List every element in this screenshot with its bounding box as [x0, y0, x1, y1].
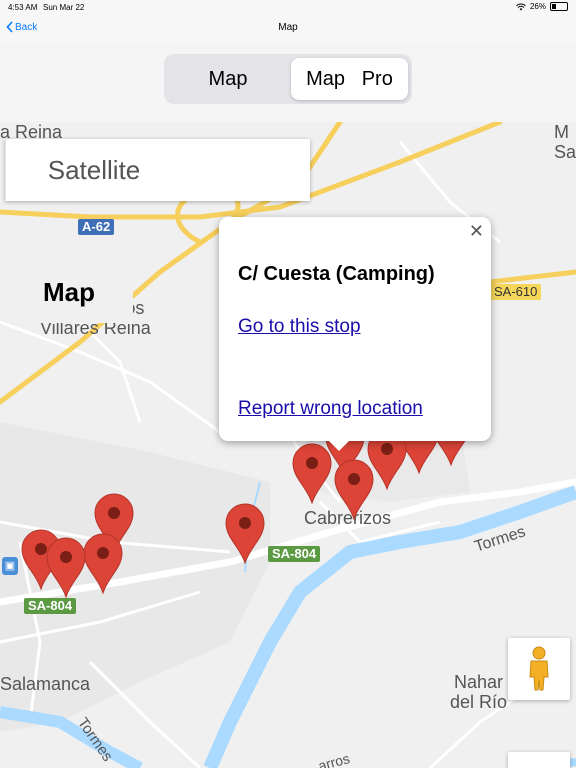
segmented-control: Map Map Pro [164, 54, 412, 104]
map-label-corner-line1: M [554, 122, 569, 142]
road-shield-sa610: SA-610 [490, 284, 542, 300]
nav-title: Map [278, 22, 298, 33]
stop-info-popup: ✕ C/ Cuesta (Camping) Go to this stop Re… [219, 217, 491, 451]
stop-pin[interactable] [333, 458, 375, 520]
map-type-satellite-button[interactable]: Satellite [6, 139, 182, 201]
status-date: Sun Mar 22 [43, 3, 85, 12]
stop-pin[interactable] [82, 532, 124, 594]
map-label-naharros-line2: del Río [450, 692, 508, 712]
battery-percent: 26% [529, 2, 546, 11]
status-time: 4:53 AM [8, 3, 38, 12]
pegman-icon [529, 646, 549, 691]
road-shield-sa804-east: SA-804 [268, 546, 321, 562]
segment-map-pro[interactable]: Map Pro [291, 58, 408, 100]
navigation-bar: Back Map [0, 14, 576, 42]
bus-station-icon: ▣ [2, 557, 18, 575]
popup-title: C/ Cuesta (Camping) [238, 263, 435, 285]
street-view-button[interactable] [508, 638, 570, 700]
stop-pin[interactable] [224, 502, 266, 564]
map-label-corner-line2: Sa [554, 142, 576, 162]
toolbar: Map Map Pro [0, 42, 576, 122]
status-bar: 4:53 AM Sun Mar 22 26% [0, 0, 576, 14]
stop-pin[interactable] [45, 536, 87, 598]
stop-pin[interactable] [291, 442, 333, 504]
battery-icon [550, 2, 568, 11]
map-label-corner: M Sa [554, 122, 576, 162]
road-shield-a62: A-62 [78, 219, 115, 235]
map-type-map-button[interactable]: Map [5, 261, 133, 323]
zoom-control[interactable] [508, 752, 570, 768]
close-icon[interactable]: ✕ [469, 221, 484, 242]
segment-map[interactable]: Map [168, 58, 288, 100]
status-right: 26% [516, 2, 568, 11]
map-label-naharros-line1: Nahar [454, 672, 504, 692]
report-location-link[interactable]: Report wrong location [238, 398, 423, 420]
map-type-control: Map Satellite [5, 139, 310, 323]
map-label-naharros: Nahar del Río [450, 672, 507, 712]
go-to-stop-link[interactable]: Go to this stop [238, 316, 361, 338]
map-view[interactable]: a Reina Poligono los Villares Reina Cabr… [0, 122, 576, 768]
road-shield-sa804-west: SA-804 [24, 598, 77, 614]
map-label-salamanca: Salamanca [0, 674, 91, 694]
wifi-icon [516, 3, 526, 10]
